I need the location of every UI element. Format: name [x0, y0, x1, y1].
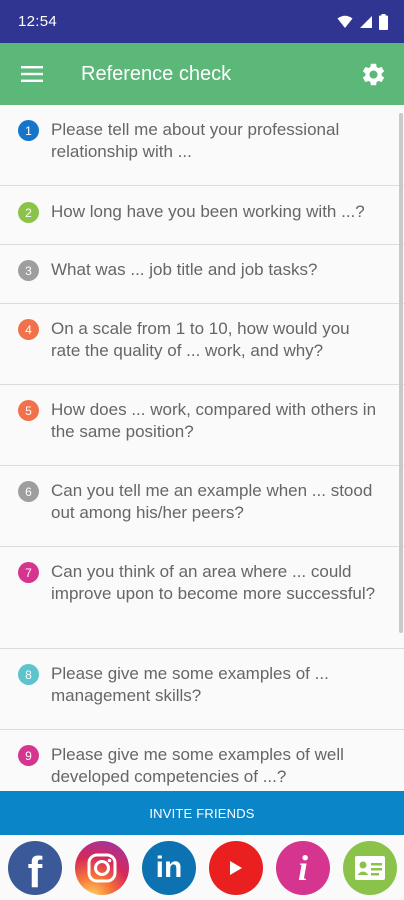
question-text: How long have you been working with ...?: [51, 202, 365, 221]
info-icon: i: [297, 848, 308, 888]
status-time: 12:54: [18, 13, 58, 30]
youtube-button[interactable]: [209, 841, 263, 895]
hamburger-menu-icon: [21, 66, 43, 82]
question-text: What was ... job title and job tasks?: [51, 260, 318, 279]
battery-icon: [379, 13, 388, 30]
menu-button[interactable]: [0, 43, 64, 105]
invite-friends-button[interactable]: INVITE FRIENDS: [0, 791, 404, 835]
social-row: f in i: [0, 835, 404, 900]
list-item[interactable]: 3 What was ... job title and job tasks?: [0, 245, 404, 304]
wifi-icon: [337, 15, 353, 28]
list-item[interactable]: 7 Can you think of an area where ... cou…: [0, 547, 404, 649]
instagram-button[interactable]: [75, 841, 129, 895]
list-item[interactable]: 9 Please give me some examples of well d…: [0, 730, 404, 791]
status-icons: [337, 13, 388, 30]
number-badge: 8: [18, 664, 39, 685]
question-text: Please tell me about your professional r…: [51, 120, 340, 161]
contact-button[interactable]: [343, 841, 397, 895]
scrollbar[interactable]: [399, 113, 403, 633]
gear-icon: [362, 63, 384, 85]
list-item[interactable]: 4 On a scale from 1 to 10, how would you…: [0, 304, 404, 385]
number-badge: 1: [18, 120, 39, 141]
app-bar: Reference check: [0, 43, 404, 105]
facebook-button[interactable]: f: [8, 841, 62, 897]
number-badge: 5: [18, 400, 39, 421]
list-item[interactable]: 2 How long have you been working with ..…: [0, 186, 404, 245]
settings-button[interactable]: [342, 43, 404, 105]
youtube-icon: [230, 861, 242, 875]
list-item[interactable]: 8 Please give me some examples of ... ma…: [0, 649, 404, 730]
info-button[interactable]: i: [276, 841, 330, 895]
page-title: Reference check: [81, 62, 232, 85]
question-text: Please give me some examples of ... mana…: [51, 664, 329, 705]
number-badge: 9: [18, 745, 39, 766]
linkedin-icon: in: [155, 851, 183, 884]
instagram-icon: [87, 853, 117, 883]
number-badge: 4: [18, 319, 39, 340]
number-badge: 6: [18, 481, 39, 502]
number-badge: 2: [18, 202, 39, 223]
question-text: On a scale from 1 to 10, how would you r…: [51, 319, 350, 360]
list-item[interactable]: 1 Please tell me about your professional…: [0, 105, 404, 186]
question-text: Please give me some examples of well dev…: [51, 745, 344, 786]
contact-card-icon: [355, 856, 385, 880]
number-badge: 3: [18, 260, 39, 281]
list-item[interactable]: 5 How does ... work, compared with other…: [0, 385, 404, 466]
facebook-icon: f: [27, 848, 43, 897]
question-text: Can you think of an area where ... could…: [51, 562, 376, 603]
status-bar: 12:54: [0, 0, 404, 43]
signal-icon: [360, 15, 372, 28]
question-list[interactable]: 1 Please tell me about your professional…: [0, 105, 404, 791]
number-badge: 7: [18, 562, 39, 583]
list-item[interactable]: 6 Can you tell me an example when ... st…: [0, 466, 404, 547]
question-text: Can you tell me an example when ... stoo…: [51, 481, 373, 522]
linkedin-button[interactable]: in: [142, 841, 196, 895]
question-text: How does ... work, compared with others …: [51, 400, 377, 441]
